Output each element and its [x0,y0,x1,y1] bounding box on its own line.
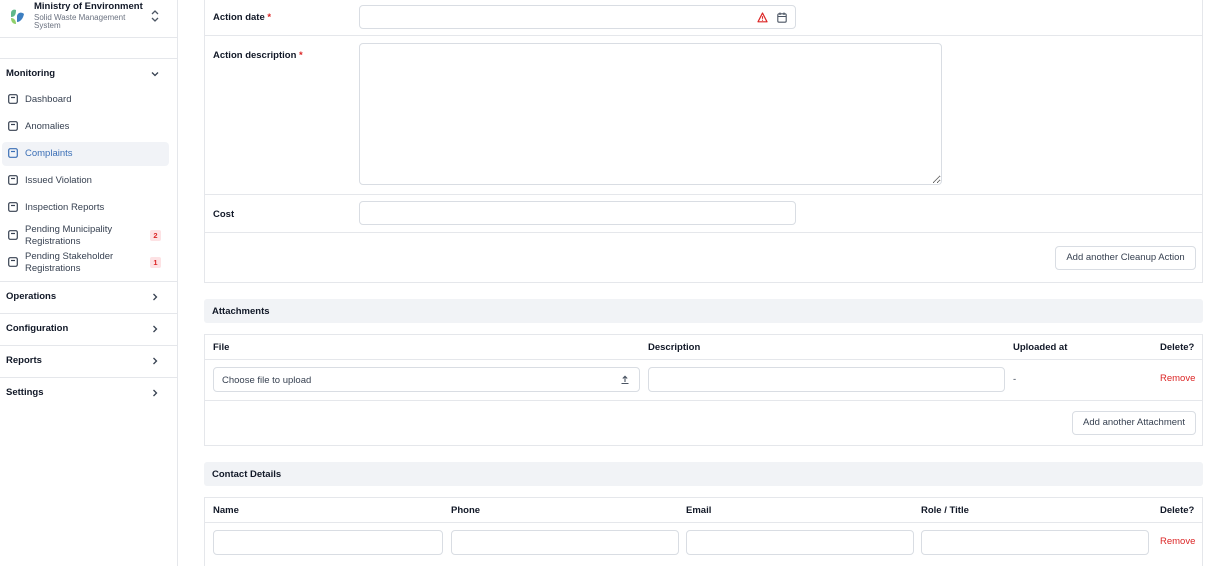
row-divider [205,232,1202,233]
nav-section-settings[interactable]: Settings [0,378,177,408]
nav-section-label: Configuration [6,323,69,334]
nav-section-label: Operations [6,291,57,302]
square-icon [8,257,18,267]
row-divider [205,522,1202,523]
chevron-right-icon [153,325,158,333]
upload-icon [621,375,629,385]
sidebar-item-pending-stakeholder[interactable]: Pending Stakeholder Registrations 1 [2,250,169,274]
sidebar-item-label: Inspection Reports [25,202,105,213]
sidebar-item-label: Complaints [25,148,73,159]
row-divider [205,35,1202,36]
warning-icon [757,12,768,23]
nav-section-operations[interactable]: Operations [0,282,177,312]
count-badge: 1 [150,257,161,268]
contacts-section-header: Contact Details [204,462,1203,486]
chevron-down-icon [151,72,159,77]
contact-role-input[interactable] [921,530,1149,555]
sidebar-item-label: Anomalies [25,121,70,132]
uploaded-at-value: - [1013,374,1017,385]
file-upload-input[interactable]: Choose file to upload [213,367,640,392]
cost-label: Cost [213,209,235,220]
remove-contact-link[interactable]: Remove [1160,536,1195,547]
chevron-right-icon [153,357,158,365]
action-date-input[interactable] [359,5,796,29]
nav-section-monitoring[interactable]: Monitoring [0,59,177,89]
sidebar-item-label: Issued Violation [25,175,92,186]
column-header: Role / Title [921,505,969,516]
attachments-section-header: Attachments [204,299,1203,323]
column-header: Name [213,505,239,516]
attachment-description-input[interactable] [648,367,1005,392]
remove-attachment-link[interactable]: Remove [1160,373,1195,384]
nav-section-label: Settings [6,387,44,398]
row-divider [205,359,1202,360]
square-icon [8,230,18,240]
column-header: Delete? [1160,505,1195,516]
org-subtitle: Solid Waste Management System [34,13,126,30]
sidebar-item-issued-violation[interactable]: Issued Violation [2,169,169,193]
square-icon [8,175,18,185]
sidebar-item-complaints[interactable]: Complaints [2,142,169,166]
cost-input[interactable] [359,201,796,225]
sidebar-item-anomalies[interactable]: Anomalies [2,115,169,139]
action-description-label: Action description * [213,50,303,61]
column-header: Email [686,505,712,516]
sidebar-item-label: Dashboard [25,94,72,105]
leaf-logo-icon [11,9,24,24]
contact-name-input[interactable] [213,530,443,555]
add-cleanup-action-button[interactable]: Add another Cleanup Action [1055,246,1196,270]
contacts-table: Name Phone Email Role / Title Delete? Re… [204,497,1203,566]
column-header: File [213,342,230,353]
contact-phone-input[interactable] [451,530,679,555]
file-upload-placeholder: Choose file to upload [222,375,312,386]
contact-email-input[interactable] [686,530,914,555]
square-icon [8,121,18,131]
column-header: Phone [451,505,481,516]
section-title: Contact Details [212,469,282,480]
column-header: Uploaded at [1013,342,1068,353]
row-divider [205,400,1202,401]
sidebar-item-label: Pending Stakeholder Registrations [25,251,114,274]
calendar-icon[interactable] [777,12,787,23]
org-name: Ministry of Environment [34,1,143,12]
count-badge: 2 [150,230,161,241]
org-switcher[interactable]: Ministry of Environment Solid Waste Mana… [0,0,177,38]
cleanup-action-card: Action date * Action description * Cost … [204,0,1203,283]
action-description-textarea[interactable] [359,43,942,185]
sidebar-item-label: Pending Municipality Registrations [25,224,113,247]
add-attachment-button[interactable]: Add another Attachment [1072,411,1196,435]
attachments-table: File Description Uploaded at Delete? Cho… [204,334,1203,446]
chevron-up-down-icon [151,10,159,22]
nav-section-configuration[interactable]: Configuration [0,314,177,344]
nav-section-label: Monitoring [6,68,56,79]
nav-section-reports[interactable]: Reports [0,346,177,376]
square-icon [8,148,18,158]
section-title: Attachments [212,306,270,317]
chevron-right-icon [153,293,158,301]
square-icon [8,94,18,104]
row-divider [205,194,1202,195]
sidebar-item-inspection-reports[interactable]: Inspection Reports [2,196,169,220]
chevron-right-icon [153,389,158,397]
sidebar-item-pending-municipality[interactable]: Pending Municipality Registrations 2 [2,223,169,247]
column-header: Delete? [1160,342,1195,353]
column-header: Description [648,342,701,353]
sidebar: Ministry of Environment Solid Waste Mana… [0,0,178,566]
action-date-label: Action date * [213,12,272,23]
sidebar-item-dashboard[interactable]: Dashboard [2,88,169,112]
nav-section-label: Reports [6,355,42,366]
square-icon [8,202,18,212]
